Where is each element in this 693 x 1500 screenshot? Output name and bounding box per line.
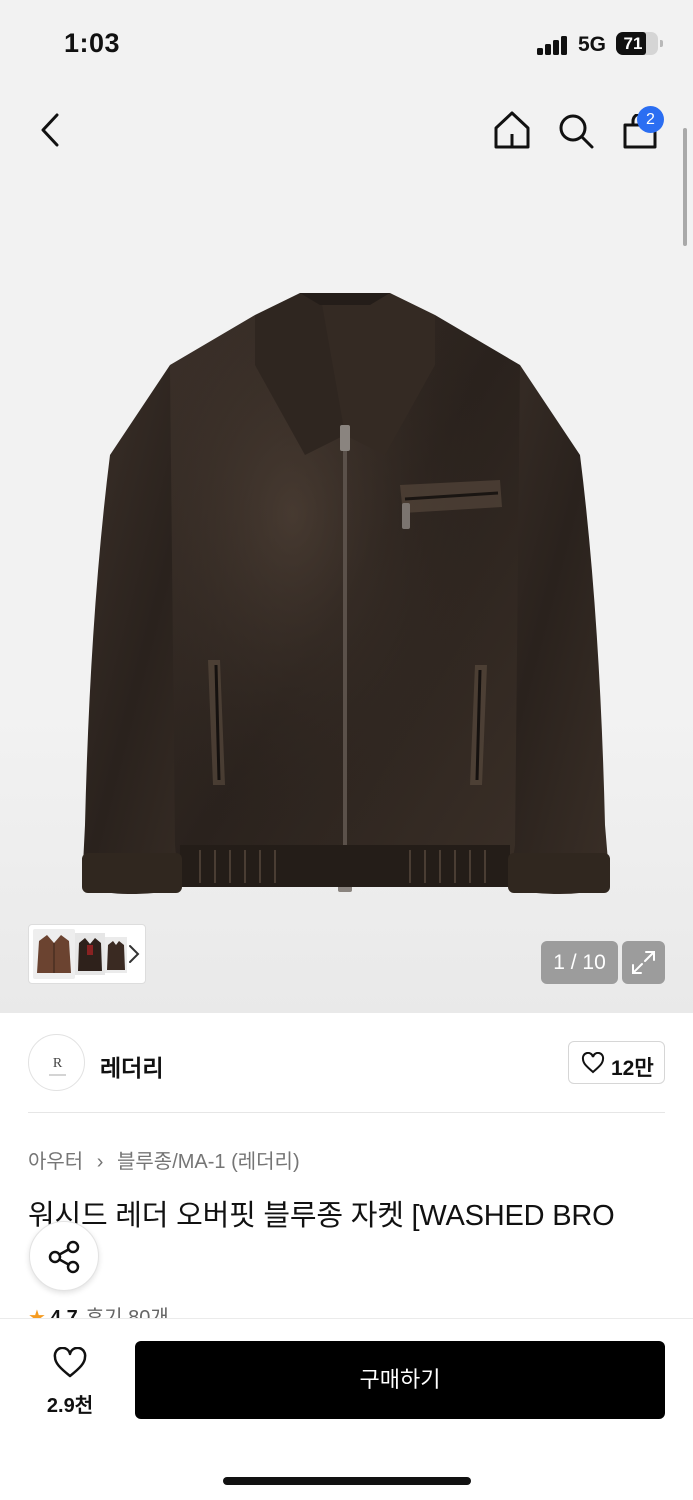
- product-title: 워시드 레더 오버핏 블루종 자켓 [WASHED BRO: [28, 1200, 615, 1232]
- scrollbar[interactable]: [683, 128, 687, 246]
- wishlist-button[interactable]: 2.9천: [28, 1341, 112, 1421]
- brand-row: R 레더리 12만: [28, 1033, 665, 1095]
- share-icon: [48, 1240, 80, 1274]
- brand-like-button[interactable]: 12만: [568, 1041, 665, 1084]
- expand-icon: [632, 951, 655, 974]
- home-icon[interactable]: [492, 110, 532, 150]
- breadcrumb-subcategory[interactable]: 블루종/MA-1 (레더리): [117, 1151, 300, 1173]
- heart-icon: [53, 1347, 87, 1378]
- rating-row[interactable]: ★ 4.7 후기 80개: [28, 1301, 169, 1319]
- buy-button[interactable]: 구매하기: [135, 1341, 665, 1419]
- breadcrumb-category[interactable]: 아우터: [28, 1151, 83, 1173]
- divider: [28, 1112, 665, 1113]
- battery-level: 71: [623, 34, 643, 53]
- battery-icon: 71: [616, 32, 663, 55]
- chevron-right-icon: ›: [96, 1151, 104, 1173]
- home-indicator[interactable]: [223, 1477, 471, 1485]
- network-label: 5G: [578, 33, 607, 56]
- search-icon[interactable]: [557, 112, 595, 150]
- brand-like-count: 12만: [611, 1057, 654, 1080]
- brand-name[interactable]: 레더리: [100, 1049, 163, 1083]
- thumbnail-1[interactable]: [33, 929, 75, 979]
- wishlist-count: 2.9천: [46, 1395, 94, 1417]
- share-button[interactable]: [29, 1221, 99, 1291]
- status-bar: 1:03 5G 71: [0, 0, 693, 90]
- chevron-right-icon[interactable]: [127, 943, 141, 965]
- heart-icon: [581, 1052, 605, 1074]
- expand-button[interactable]: [622, 941, 665, 984]
- breadcrumb: 아우터 › 블루종/MA-1 (레더리): [28, 1145, 300, 1174]
- cart-badge[interactable]: 2: [637, 106, 664, 133]
- thumbnail-strip[interactable]: [28, 924, 146, 984]
- thumbnail-2[interactable]: [75, 933, 105, 975]
- product-image[interactable]: [70, 285, 620, 915]
- thumbnail-3[interactable]: [105, 937, 127, 973]
- product-image-gallery[interactable]: [0, 0, 693, 1013]
- back-icon[interactable]: [38, 112, 62, 148]
- brand-logo[interactable]: R: [28, 1034, 85, 1091]
- svg-text:R: R: [53, 1056, 63, 1071]
- signal-icon: [537, 35, 569, 55]
- status-time: 1:03: [64, 28, 121, 58]
- bottom-action-bar: 2.9천 구매하기: [0, 1318, 693, 1500]
- image-counter: 1 / 10: [541, 941, 618, 984]
